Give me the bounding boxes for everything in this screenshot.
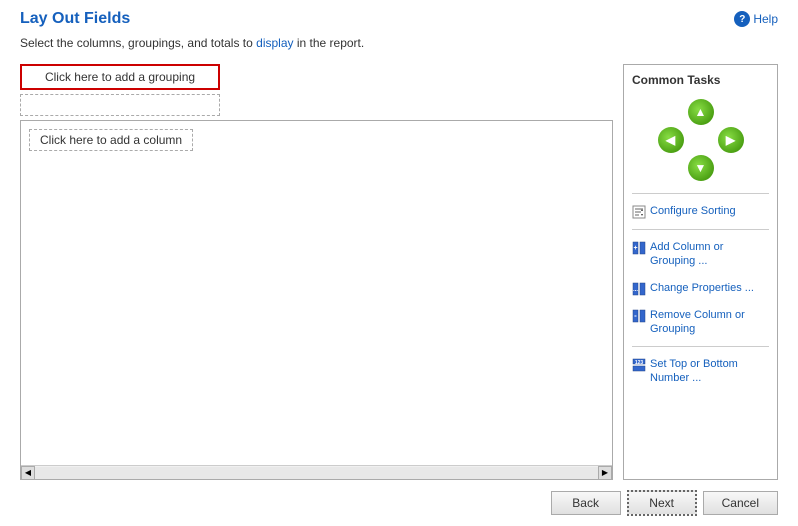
header: Lay Out Fields ? Help <box>20 10 778 28</box>
svg-text:123: 123 <box>635 360 644 366</box>
set-top-bottom-label: Set Top or Bottom Number ... <box>650 357 769 386</box>
layout-area: Click here to add a grouping Click here … <box>20 64 613 480</box>
arrow-row-bottom: ▼ <box>688 155 714 181</box>
change-properties-label: Change Properties ... <box>650 281 769 295</box>
add-column-button[interactable]: Click here to add a column <box>29 129 193 151</box>
change-properties-icon: ... <box>632 282 646 296</box>
task-divider-1 <box>632 193 769 194</box>
help-icon: ? <box>734 11 750 27</box>
configure-sorting-label: Configure Sorting <box>650 204 769 218</box>
footer: Back Next Cancel <box>20 480 778 516</box>
horizontal-scrollbar: ◀ ▶ <box>21 465 612 479</box>
arrow-right-button[interactable]: ▶ <box>718 127 744 153</box>
common-tasks-panel: Common Tasks ▲ ◀ ▶ ▼ <box>623 64 778 480</box>
grouping-section: Click here to add a grouping <box>20 64 613 120</box>
remove-column-icon: - <box>632 309 646 323</box>
back-button[interactable]: Back <box>551 491 621 515</box>
arrow-up-button[interactable]: ▲ <box>688 99 714 125</box>
arrow-row-top: ▲ <box>688 99 714 125</box>
task-divider-3 <box>632 346 769 347</box>
svg-text:-: - <box>634 311 637 320</box>
common-tasks-title: Common Tasks <box>632 73 769 87</box>
task-divider-2 <box>632 229 769 230</box>
change-properties-link[interactable]: ... Change Properties ... <box>632 279 769 298</box>
svg-text:...: ... <box>633 287 638 293</box>
subtitle-text-after: in the report. <box>294 36 365 50</box>
help-link[interactable]: ? Help <box>734 11 778 27</box>
sort-icon <box>632 205 646 219</box>
column-inner: Click here to add a column <box>21 121 612 159</box>
page-title: Lay Out Fields <box>20 10 130 28</box>
add-grouping-button[interactable]: Click here to add a grouping <box>20 64 220 90</box>
configure-sorting-link[interactable]: Configure Sorting <box>632 202 769 221</box>
page-container: Lay Out Fields ? Help Select the columns… <box>0 0 798 526</box>
scrollbar-right-arrow[interactable]: ▶ <box>598 466 612 480</box>
set-top-bottom-icon: 123 <box>632 358 646 372</box>
add-column-label: Add Column or Grouping ... <box>650 240 769 269</box>
arrow-down-button[interactable]: ▼ <box>688 155 714 181</box>
column-section: Click here to add a column ◀ ▶ <box>20 120 613 480</box>
help-label: Help <box>753 12 778 26</box>
subtitle-text-before: Select the columns, groupings, and total… <box>20 36 256 50</box>
arrow-left-button[interactable]: ◀ <box>658 127 684 153</box>
arrow-navigation: ▲ ◀ ▶ ▼ <box>632 99 769 181</box>
subtitle: Select the columns, groupings, and total… <box>20 36 778 50</box>
scrollbar-left-arrow[interactable]: ◀ <box>21 466 35 480</box>
grouping-empty-row <box>20 94 220 116</box>
cancel-button[interactable]: Cancel <box>703 491 778 515</box>
svg-text:+: + <box>633 245 637 252</box>
add-column-link[interactable]: + Add Column or Grouping ... <box>632 238 769 271</box>
scrollbar-track[interactable] <box>35 467 598 479</box>
arrow-row-middle: ◀ ▶ <box>658 127 744 153</box>
remove-column-label: Remove Column or Grouping <box>650 308 769 337</box>
set-top-bottom-link[interactable]: 123 Set Top or Bottom Number ... <box>632 355 769 388</box>
remove-column-link[interactable]: - Remove Column or Grouping <box>632 306 769 339</box>
main-content: Click here to add a grouping Click here … <box>20 64 778 480</box>
display-link[interactable]: display <box>256 36 293 50</box>
add-column-icon: + <box>632 241 646 255</box>
next-button[interactable]: Next <box>627 490 697 516</box>
